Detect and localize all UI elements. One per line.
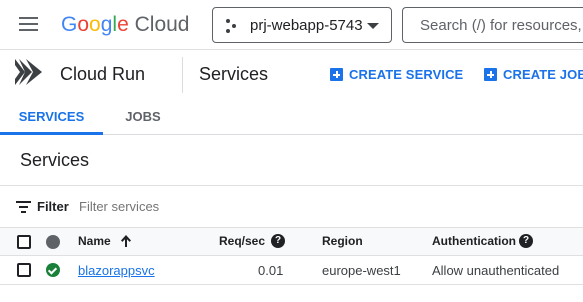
- project-name: prj-webapp-5743: [250, 17, 363, 34]
- filter-bar: Filter: [0, 185, 583, 228]
- dropdown-caret-icon: [367, 23, 379, 29]
- add-icon: [330, 68, 343, 81]
- create-job-label: CREATE JOB: [503, 67, 583, 82]
- top-bar: Google Cloud prj-webapp-5743 Search (/) …: [0, 0, 583, 50]
- add-icon: [484, 68, 497, 81]
- logo-letter: g: [100, 13, 113, 36]
- service-name-link[interactable]: blazorappsvc: [78, 263, 155, 278]
- help-icon[interactable]: ?: [519, 234, 533, 248]
- tab-services[interactable]: SERVICES: [0, 97, 103, 135]
- sort-ascending-icon[interactable]: [119, 233, 133, 249]
- google-cloud-logo[interactable]: Google Cloud: [61, 11, 189, 39]
- status-column-icon: [46, 235, 60, 249]
- select-all-checkbox[interactable]: [17, 235, 31, 249]
- logo-letter: o: [89, 13, 101, 36]
- authentication-value: Allow unauthenticated: [432, 263, 560, 278]
- create-service-label: CREATE SERVICE: [349, 67, 464, 82]
- column-header-req-sec: Req/sec: [219, 234, 266, 248]
- section-title: Services: [20, 150, 90, 170]
- cloud-run-icon: [15, 59, 42, 85]
- column-header-authentication: Authentication: [432, 234, 516, 248]
- product-title: Cloud Run: [60, 64, 146, 84]
- logo-letter: e: [117, 13, 129, 36]
- filter-label[interactable]: Filter: [37, 199, 69, 214]
- status-ok-icon: [46, 263, 60, 277]
- req-sec-value: 0.01: [258, 263, 284, 278]
- product-header: Cloud Run Services CREATE SERVICE CREATE…: [0, 51, 583, 97]
- column-header-name[interactable]: Name: [78, 234, 111, 248]
- tab-jobs[interactable]: JOBS: [103, 97, 183, 134]
- project-picker[interactable]: prj-webapp-5743: [212, 7, 392, 43]
- cloud-wordmark: Cloud: [134, 13, 190, 36]
- header-divider: [182, 57, 183, 93]
- search-placeholder: Search (/) for resources,: [420, 17, 582, 34]
- logo-letter: G: [61, 13, 78, 36]
- region-value: europe-west1: [322, 263, 401, 278]
- tab-bar: SERVICES JOBS: [0, 97, 583, 135]
- filter-input[interactable]: [79, 199, 279, 214]
- filter-icon[interactable]: [16, 201, 31, 213]
- page-title: Services: [199, 64, 269, 84]
- search-box[interactable]: Search (/) for resources,: [402, 7, 583, 43]
- help-icon[interactable]: ?: [271, 234, 285, 248]
- column-header-region: Region: [322, 234, 363, 248]
- row-checkbox[interactable]: [17, 263, 31, 277]
- project-hierarchy-icon: [226, 19, 238, 33]
- hamburger-menu-icon[interactable]: [19, 17, 39, 33]
- logo-letter: o: [77, 13, 90, 36]
- table-row: blazorappsvc 0.01 europe-west1 Allow una…: [0, 256, 583, 285]
- table-header: Name Req/sec ? Region Authentication ?: [0, 228, 583, 256]
- google-wordmark: Google: [61, 13, 135, 36]
